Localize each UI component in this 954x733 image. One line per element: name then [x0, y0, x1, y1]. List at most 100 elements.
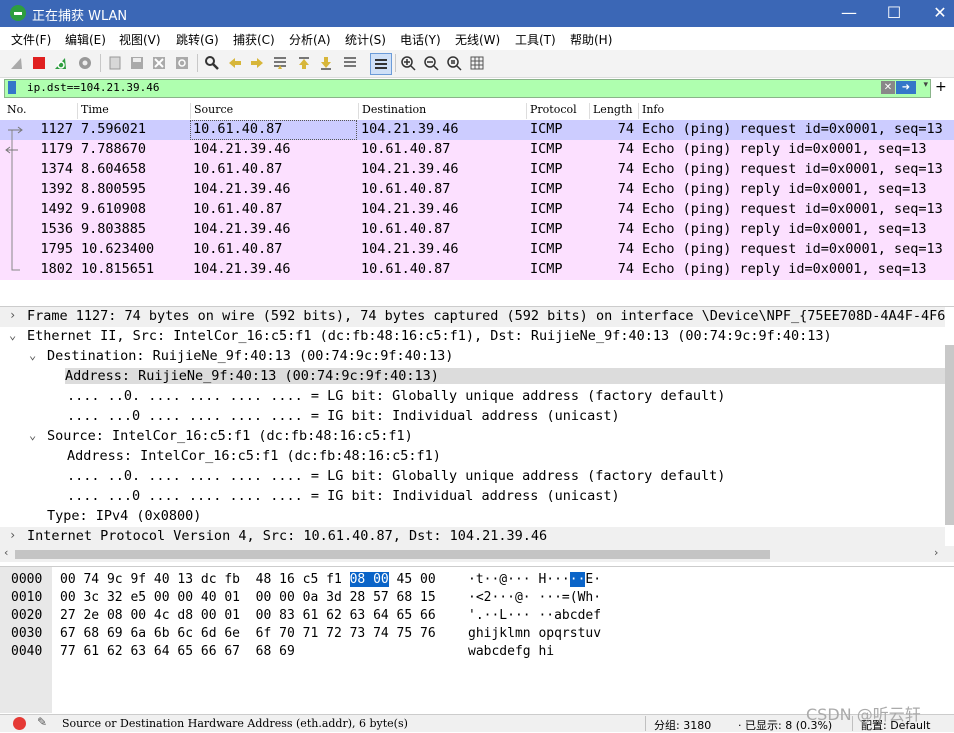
- packet-row[interactable]: 1492 9.610908 10.61.40.87 104.21.39.46 ICMP 7…: [0, 200, 954, 220]
- add-filter-button[interactable]: +: [935, 79, 947, 95]
- display-filter-input[interactable]: ip.dst==104.21.39.46: [27, 81, 159, 94]
- resize-columns-icon[interactable]: [469, 55, 485, 71]
- ascii-row[interactable]: ·t··@··· H·····E·: [468, 572, 601, 587]
- menu-analyze[interactable]: 分析(A): [289, 31, 331, 48]
- zoom-in-icon[interactable]: [400, 55, 416, 71]
- capture-options-icon[interactable]: [77, 55, 93, 71]
- column-destination[interactable]: Destination: [358, 103, 426, 119]
- minimize-button[interactable]: —: [826, 0, 872, 27]
- go-last-packet-icon[interactable]: [318, 55, 334, 71]
- tree-dst-address[interactable]: Address: RuijieNe_9f:40:13 (00:74:9c:9f:…: [0, 367, 945, 387]
- menu-tools[interactable]: 工具(T): [515, 31, 556, 48]
- tree-src-lg-bit[interactable]: .... ..0. .... .... .... .... = LG bit: …: [0, 467, 945, 487]
- ascii-row[interactable]: wabcdefg hi: [468, 644, 554, 659]
- close-button[interactable]: ✕: [917, 0, 954, 27]
- stop-capture-icon[interactable]: [31, 55, 47, 71]
- packet-row[interactable]: 1374 8.604658 10.61.40.87 104.21.39.46 ICMP 7…: [0, 160, 954, 180]
- tree-dst-ig-bit[interactable]: .... ...0 .... .... .... .... = IG bit: …: [0, 407, 945, 427]
- tree-label: .... ..0. .... .... .... .... = LG bit: …: [67, 468, 726, 484]
- cell-time: 8.604658: [81, 161, 147, 177]
- menu-help[interactable]: 帮助(H): [570, 31, 612, 48]
- ascii-row[interactable]: '.··L··· ··abcdef: [468, 608, 601, 623]
- packet-row[interactable]: 1802 10.815651 104.21.39.46 10.61.40.87 ICMP…: [0, 260, 954, 280]
- column-protocol[interactable]: Protocol: [526, 103, 577, 119]
- restart-capture-icon[interactable]: [53, 55, 69, 71]
- cell-proto: ICMP: [530, 221, 563, 237]
- go-to-packet-icon[interactable]: [272, 55, 288, 71]
- zoom-normal-icon[interactable]: [446, 55, 462, 71]
- hex-row[interactable]: 77 61 62 63 64 65 66 67 68 69: [60, 644, 295, 659]
- scrollbar-thumb[interactable]: [15, 550, 770, 559]
- details-horizontal-scrollbar[interactable]: ‹ ›: [0, 546, 954, 562]
- go-forward-icon[interactable]: [249, 55, 265, 71]
- menu-wireless[interactable]: 无线(W): [455, 31, 500, 48]
- ascii-selected-bytes[interactable]: ··: [569, 572, 586, 587]
- tree-label: .... ...0 .... .... .... .... = IG bit: …: [67, 488, 620, 504]
- tree-eth-destination[interactable]: ⌄ Destination: RuijieNe_9f:40:13 (00:74:…: [0, 347, 945, 367]
- tree-eth-type[interactable]: Type: IPv4 (0x0800): [0, 507, 945, 527]
- hex-selected-bytes[interactable]: 08 00: [349, 572, 389, 587]
- tree-frame[interactable]: › Frame 1127: 74 bytes on wire (592 bits…: [0, 307, 945, 327]
- menu-go[interactable]: 跳转(G): [176, 31, 219, 48]
- scroll-right-icon[interactable]: ›: [934, 546, 938, 559]
- selected-field-info: Source or Destination Hardware Address (…: [62, 717, 408, 730]
- bookmark-icon[interactable]: [8, 81, 16, 94]
- packet-row[interactable]: 1179 7.788670 104.21.39.46 10.61.40.87 ICMP 7…: [0, 140, 954, 160]
- column-time[interactable]: Time: [77, 103, 109, 119]
- clear-filter-icon[interactable]: ✕: [881, 81, 895, 94]
- ascii-row[interactable]: ·<2···@· ···=(Wh·: [468, 590, 601, 605]
- colorize-icon[interactable]: [370, 53, 392, 75]
- menu-view[interactable]: 视图(V): [119, 31, 161, 48]
- packet-row[interactable]: 1127 7.596021 10.61.40.87 104.21.39.46 ICMP 7…: [0, 120, 954, 140]
- go-first-packet-icon[interactable]: [296, 55, 312, 71]
- hex-row[interactable]: 00 74 9c 9f 40 13 dc fb 48 16 c5 f1 08 0…: [60, 572, 436, 587]
- hex-row[interactable]: 00 3c 32 e5 00 00 40 01 00 00 0a 3d 28 5…: [60, 590, 436, 605]
- tree-ipv4[interactable]: › Internet Protocol Version 4, Src: 10.6…: [0, 527, 945, 547]
- filter-history-dropdown[interactable]: ▾: [923, 80, 928, 90]
- capture-comment-icon[interactable]: ✎: [37, 715, 47, 729]
- menu-capture[interactable]: 捕获(C): [233, 31, 275, 48]
- ascii-row[interactable]: ghijklmn opqrstuv: [468, 626, 601, 641]
- packet-row[interactable]: 1392 8.800595 104.21.39.46 10.61.40.87 ICMP 7…: [0, 180, 954, 200]
- menu-telephony[interactable]: 电话(Y): [400, 31, 441, 48]
- column-no[interactable]: No.: [4, 103, 27, 119]
- open-file-icon[interactable]: [107, 55, 123, 71]
- cell-info: Echo (ping) reply id=0x0001, seq=13: [642, 181, 927, 197]
- column-info[interactable]: Info: [638, 103, 664, 119]
- cell-src: 104.21.39.46: [193, 181, 291, 197]
- hex-row[interactable]: 67 68 69 6a 6b 6c 6d 6e 6f 70 71 72 73 7…: [60, 626, 436, 641]
- scroll-left-icon[interactable]: ‹: [4, 546, 8, 559]
- display-filter-bar[interactable]: ip.dst==104.21.39.46 ✕ ➜ ▾: [4, 79, 931, 98]
- hex-row[interactable]: 27 2e 08 00 4c d8 00 01 00 83 61 62 63 6…: [60, 608, 436, 623]
- autoscroll-icon[interactable]: [342, 55, 358, 71]
- tree-src-address[interactable]: Address: IntelCor_16:c5:f1 (dc:fb:48:16:…: [0, 447, 945, 467]
- menu-edit[interactable]: 编辑(E): [65, 31, 106, 48]
- details-vertical-scrollbar[interactable]: [945, 345, 954, 525]
- tree-eth-source[interactable]: ⌄ Source: IntelCor_16:c5:f1 (dc:fb:48:16…: [0, 427, 945, 447]
- title-bar: 正在捕获 WLAN — ☐ ✕: [0, 0, 954, 27]
- tree-dst-lg-bit[interactable]: .... ..0. .... .... .... .... = LG bit: …: [0, 387, 945, 407]
- reload-file-icon[interactable]: [174, 55, 190, 71]
- tree-src-ig-bit[interactable]: .... ...0 .... .... .... .... = IG bit: …: [0, 487, 945, 507]
- column-source[interactable]: Source: [190, 103, 233, 119]
- tree-ethernet[interactable]: ⌄ Ethernet II, Src: IntelCor_16:c5:f1 (d…: [0, 327, 945, 347]
- save-file-icon[interactable]: [129, 55, 145, 71]
- apply-filter-icon[interactable]: ➜: [896, 81, 916, 94]
- close-file-icon[interactable]: [151, 55, 167, 71]
- menu-file[interactable]: 文件(F): [11, 31, 51, 48]
- packet-row[interactable]: 1536 9.803885 104.21.39.46 10.61.40.87 ICMP 7…: [0, 220, 954, 240]
- cell-src: 104.21.39.46: [193, 261, 291, 277]
- packet-row[interactable]: 1795 10.623400 10.61.40.87 104.21.39.46 ICMP…: [0, 240, 954, 260]
- go-back-icon[interactable]: [227, 55, 243, 71]
- wireshark-fin-icon: [10, 5, 26, 21]
- find-packet-icon[interactable]: [204, 55, 220, 71]
- cell-info: Echo (ping) request id=0x0001, seq=13: [642, 241, 943, 257]
- maximize-button[interactable]: ☐: [871, 0, 917, 27]
- shark-fin-start-icon[interactable]: [9, 55, 25, 71]
- column-length[interactable]: Length: [589, 103, 632, 119]
- cell-proto: ICMP: [530, 241, 563, 257]
- expert-info-icon[interactable]: [13, 717, 26, 730]
- cell-dst: 104.21.39.46: [361, 201, 459, 217]
- menu-statistics[interactable]: 统计(S): [345, 31, 386, 48]
- zoom-out-icon[interactable]: [423, 55, 439, 71]
